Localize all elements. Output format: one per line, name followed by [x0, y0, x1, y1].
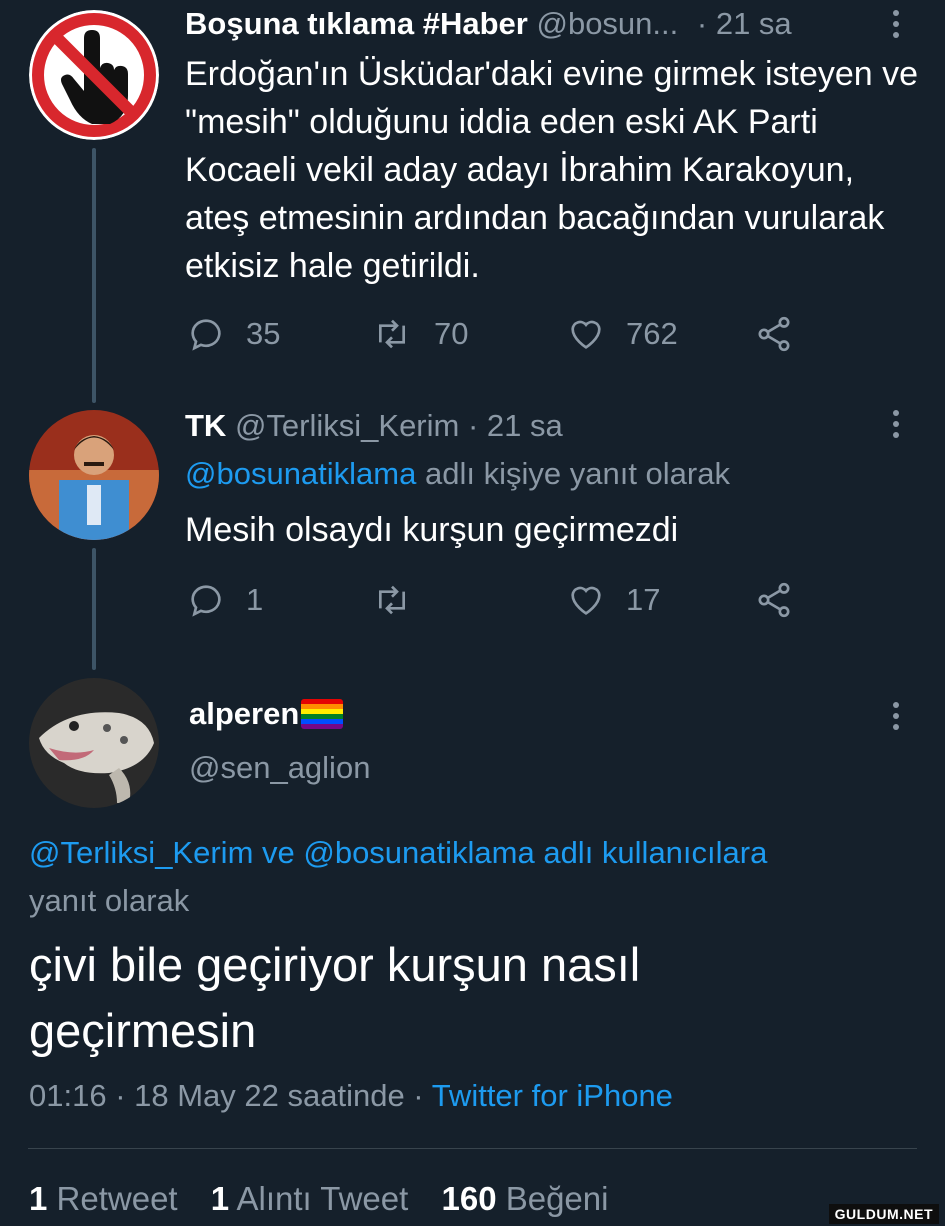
- tweet1-retweet-count: 70: [434, 316, 469, 351]
- tweet1-author-handle[interactable]: @bosun...: [536, 6, 678, 41]
- main-author-name-row: alperen: [189, 696, 344, 732]
- share-icon: [758, 316, 790, 352]
- lizard-photo-icon: [29, 678, 159, 808]
- tweet2-reply-button[interactable]: 1: [186, 580, 263, 620]
- retweet-icon: [379, 319, 405, 349]
- likes-count: 160: [441, 1180, 497, 1217]
- tweet1-time[interactable]: · 21 sa: [697, 6, 792, 41]
- stats-divider: [28, 1148, 917, 1149]
- main-reply-suffix: yanıt olarak: [29, 883, 190, 918]
- main-meta: 01:16 · 18 May 22 saatinde · Twitter for…: [29, 1078, 673, 1114]
- tweet1-more-icon[interactable]: [893, 10, 899, 43]
- tweet1-like-button[interactable]: 762: [566, 314, 678, 354]
- avatar-bosuna[interactable]: [29, 10, 159, 140]
- main-client-link[interactable]: Twitter for iPhone: [432, 1078, 673, 1113]
- likes-label: Beğeni: [505, 1180, 609, 1217]
- main-author-name[interactable]: alperen: [189, 696, 299, 732]
- avatar-tk[interactable]: [29, 410, 159, 540]
- retweets-stat[interactable]: 1 Retweet: [29, 1180, 187, 1217]
- thread-line-2: [92, 548, 96, 670]
- rainbow-flag-icon: [301, 699, 344, 729]
- retweets-label: Retweet: [56, 1180, 178, 1217]
- person-photo-icon: [29, 410, 159, 540]
- tweet1-share-button[interactable]: [754, 314, 794, 354]
- tweet2-like-count: 17: [626, 582, 661, 617]
- tweet1-reply-count: 35: [246, 316, 281, 351]
- main-stats: 1 Retweet 1 Alıntı Tweet 160 Beğeni: [29, 1180, 608, 1218]
- tweet2-more-icon[interactable]: [893, 410, 899, 443]
- retweets-count: 1: [29, 1180, 48, 1217]
- tweet2-share-button[interactable]: [754, 580, 794, 620]
- heart-icon: [571, 586, 601, 615]
- tweet2-retweet-button[interactable]: [372, 580, 412, 620]
- no-click-icon: [29, 10, 159, 140]
- quotes-label: Alıntı Tweet: [236, 1180, 409, 1217]
- tweet1-like-count: 762: [626, 316, 678, 351]
- likes-stat[interactable]: 160 Beğeni: [441, 1180, 608, 1217]
- tweet1-header: Boşuna tıklama #Haber @bosun... · 21 sa: [185, 6, 792, 42]
- tweet2-like-button[interactable]: 17: [566, 580, 660, 620]
- tweet2-header: TK @Terliksi_Kerim · 21 sa: [185, 408, 563, 444]
- heart-icon: [571, 320, 601, 349]
- tweet2-reply-count: 1: [246, 582, 264, 617]
- tweet1-author-name[interactable]: Boşuna tıklama #Haber: [185, 6, 528, 41]
- reply-icon: [191, 319, 221, 351]
- tweet2-reply-to-suffix: adlı kişiye yanıt olarak: [425, 456, 730, 491]
- reply-icon: [191, 585, 221, 617]
- tweet2-author-name[interactable]: TK: [185, 408, 226, 443]
- quotes-stat[interactable]: 1 Alıntı Tweet: [211, 1180, 418, 1217]
- avatar-alperen[interactable]: [29, 678, 159, 808]
- main-more-icon[interactable]: [893, 702, 899, 735]
- main-author-handle[interactable]: @sen_aglion: [189, 750, 370, 786]
- tweet1-text: Erdoğan'ın Üsküdar'daki evine girmek ist…: [185, 55, 919, 285]
- main-timestamp[interactable]: 01:16 · 18 May 22 saatinde ·: [29, 1078, 424, 1113]
- watermark-label: GULDUM.NET: [828, 1204, 939, 1224]
- tweet1-reply-button[interactable]: 35: [186, 314, 280, 354]
- tweet2-reply-to-link[interactable]: @bosunatiklama: [185, 456, 416, 491]
- quotes-count: 1: [210, 1180, 230, 1217]
- tweet2-author-handle[interactable]: @Terliksi_Kerim: [235, 408, 459, 443]
- main-tweet-text: çivi bile geçiriyor kurşun nasıl geçirme…: [29, 938, 641, 1057]
- tweet2-time[interactable]: · 21 sa: [468, 408, 563, 443]
- share-icon: [758, 582, 790, 618]
- thread-line-1: [92, 148, 96, 403]
- tweet1-retweet-button[interactable]: 70: [372, 314, 468, 354]
- tweet2-reply-context: @bosunatiklama adlı kişiye yanıt olarak: [185, 456, 730, 492]
- tweet2-text: Mesih olsaydı kurşun geçirmezdi: [185, 511, 679, 549]
- retweet-icon: [379, 585, 405, 615]
- main-reply-users[interactable]: @Terliksi_Kerim ve @bosunatiklama adlı k…: [29, 835, 767, 871]
